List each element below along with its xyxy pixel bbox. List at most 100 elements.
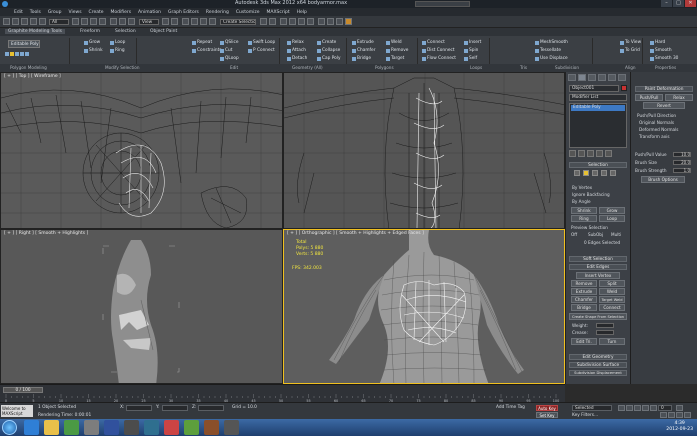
schematic-view-icon[interactable] [307,18,314,25]
brush-size-spinner[interactable]: 20.0 [673,160,691,165]
tab-graphite-modeling[interactable]: Graphite Modeling Tools [5,29,66,34]
chamfer-edge-button[interactable]: Chamfer [571,296,597,303]
polygon-level-icon[interactable] [601,170,607,176]
menu-help[interactable]: Help [297,10,307,15]
app3-taskbar-icon[interactable] [164,420,179,435]
maximize-button[interactable]: □ [673,0,684,7]
ie-taskbar-icon[interactable] [24,420,39,435]
border-level-icon[interactable] [592,170,598,176]
vertex-icon[interactable] [5,52,9,56]
relax-button[interactable]: Relax [287,40,304,45]
hierarchy-tab-icon[interactable] [588,74,596,81]
weld-button[interactable]: Weld [386,40,402,45]
next-frame-icon[interactable] [642,405,649,411]
viewport-top[interactable]: [ + ] [ Top ] [ Wireframe ] [0,72,283,229]
snaps-toggle-icon[interactable] [182,18,189,25]
stack-item-editable-poly[interactable]: Editable Poly [571,105,625,111]
maxscript-listener[interactable]: Welcome to MAXScript [1,405,33,417]
pan-icon[interactable] [684,412,691,418]
set-key-button[interactable]: Set Key [536,412,558,418]
app-menu-icon[interactable] [2,1,8,7]
3dsmax-taskbar-icon[interactable] [144,420,159,435]
bind-spacewarp-icon[interactable] [39,18,46,25]
transform-axis-radio[interactable]: Transform axis [639,134,670,139]
start-button-icon[interactable] [2,420,17,435]
z-coordinate-field[interactable] [198,405,224,411]
vertex-level-icon[interactable] [574,170,580,176]
menu-graph-editors[interactable]: Graph Editors [168,10,199,15]
media-taskbar-icon[interactable] [64,420,79,435]
move-icon[interactable] [110,18,117,25]
timeline-ticks[interactable]: 0 5 10 15 20 25 30 35 40 45 50 55 60 65 70 75 80 85 90 95 10… [0,394,565,402]
by-angle-checkbox[interactable]: By Angle [572,199,591,204]
zoom-icon[interactable] [660,412,667,418]
rendered-frame-icon[interactable] [336,18,343,25]
cut-button[interactable]: Cut [220,48,232,53]
dist-connect-button[interactable]: Dist Connect [422,48,455,53]
remove-modifier-icon[interactable] [596,150,603,157]
render-production-icon[interactable] [345,18,352,25]
p-connect-button[interactable]: P Connect [248,48,275,53]
minimize-button[interactable]: – [661,0,672,7]
show-end-result-icon[interactable] [578,150,585,157]
extrude-edge-button[interactable]: Extrude [571,288,597,295]
menu-maxscript[interactable]: MAXScript [267,10,290,15]
original-normals-radio[interactable]: Original Normals [639,120,674,125]
selection-filter-dropdown[interactable]: All [49,19,69,25]
repeat-button[interactable]: Repeat [192,40,212,45]
graphite-toggle-icon[interactable] [289,18,296,25]
remove-edge-button[interactable]: Remove [571,280,597,287]
polygon-icon[interactable] [20,52,24,56]
by-vertex-checkbox[interactable]: By Vertex [572,185,592,190]
render-setup-icon[interactable] [327,18,334,25]
app-taskbar-icon[interactable] [84,420,99,435]
pin-stack-icon[interactable] [569,150,576,157]
selection-rollout[interactable]: Selection [569,162,627,168]
object-name-field[interactable]: Object001 [569,85,619,92]
link-icon[interactable] [21,18,28,25]
quickloop-button[interactable]: QLoop [220,56,239,61]
weight-spinner[interactable] [596,323,614,328]
display-tab-icon[interactable] [608,74,616,81]
insert-button[interactable]: Insert [464,40,481,45]
relax-paint-button[interactable]: Relax [665,94,693,101]
close-button[interactable]: ✕ [685,0,696,7]
chrome-taskbar-icon[interactable] [184,420,199,435]
unlink-icon[interactable] [30,18,37,25]
add-time-tag-button[interactable]: Add Time Tag [496,405,525,410]
target-button[interactable]: Target [386,56,404,61]
menu-animation[interactable]: Animation [138,10,161,15]
select-object-icon[interactable] [72,18,79,25]
remove-button[interactable]: Remove [386,48,408,53]
ignore-backfacing-checkbox[interactable]: Ignore Backfacing [572,192,610,197]
pivot-center-icon[interactable] [162,18,169,25]
connect-edge-button[interactable]: Connect [599,304,625,311]
rectangular-selection-icon[interactable] [90,18,97,25]
edit-tri-button[interactable]: Edit Tri. [571,338,597,345]
revert-button[interactable]: Revert [643,102,685,109]
turn-button[interactable]: Turn [599,338,625,345]
viewport-right-label[interactable]: [ + ] [ Right ] [ Smooth + Highlights ] [4,231,88,236]
explorer-taskbar-icon[interactable] [44,420,59,435]
percent-snap-icon[interactable] [200,18,207,25]
element-level-icon[interactable] [610,170,616,176]
window-crossing-icon[interactable] [99,18,106,25]
to-view-button[interactable]: To View [620,40,641,45]
weld-edge-button[interactable]: Weld [599,288,625,295]
target-weld-button[interactable]: Target Weld [599,296,625,303]
key-mode-dropdown[interactable]: Selected [572,405,612,411]
rotate-icon[interactable] [119,18,126,25]
angle-snap-icon[interactable] [191,18,198,25]
zoom-all-icon[interactable] [668,412,675,418]
subdivision-displacement-rollout[interactable]: Subdivision Displacement [569,370,627,376]
menu-tools[interactable]: Tools [30,10,41,15]
flow-connect-button[interactable]: Flow Connect [422,56,456,61]
layer-manager-icon[interactable] [280,18,287,25]
ring-button[interactable]: Ring [110,48,125,53]
element-icon[interactable] [25,52,29,56]
use-displacement-button[interactable]: Use Displace [535,56,568,61]
smooth-button[interactable]: Smooth [650,48,672,53]
meshsmooth-button[interactable]: MeshSmooth [535,40,568,45]
crease-spinner[interactable] [596,330,614,335]
tab-selection[interactable]: Selection [115,29,136,34]
